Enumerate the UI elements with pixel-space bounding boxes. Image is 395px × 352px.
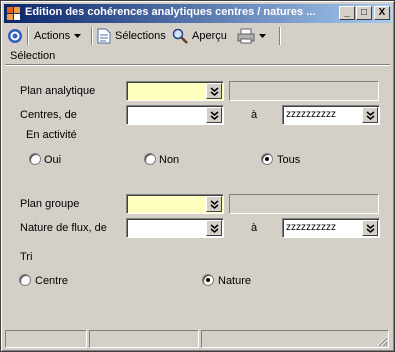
tri-label: Tri: [20, 251, 33, 263]
double-chevron-down-icon: [366, 110, 374, 120]
nature-a-label: à: [251, 222, 258, 234]
combo-dropdown-button[interactable]: [362, 220, 378, 236]
plan-analytique-label: Plan analytique: [20, 85, 96, 97]
target-icon: [8, 29, 22, 43]
combo-dropdown-button[interactable]: [206, 107, 222, 123]
plan-analytique-description: [229, 81, 379, 101]
nature-flux-label: Nature de flux, de: [20, 222, 107, 234]
radio-centre-label[interactable]: Centre: [35, 275, 68, 287]
app-icon: [7, 7, 20, 20]
resize-grip-icon[interactable]: [376, 335, 388, 347]
radio-nature-label[interactable]: Nature: [218, 275, 251, 287]
printer-icon: [237, 28, 255, 44]
apercu-label: Aperçu: [192, 30, 227, 42]
plan-analytique-combo[interactable]: [126, 81, 224, 101]
document-icon: [97, 28, 111, 44]
status-cell: [89, 330, 199, 348]
magnifier-icon: [172, 28, 188, 44]
section-divider: [5, 64, 390, 66]
centres-from-combo[interactable]: [126, 105, 224, 125]
status-cell: [5, 330, 87, 348]
centres-to-value: zzzzzzzzzz: [286, 109, 336, 120]
toolbar-separator: [279, 27, 281, 45]
plan-groupe-combo[interactable]: [126, 194, 224, 214]
print-menu-button[interactable]: [237, 27, 266, 45]
double-chevron-down-icon: [210, 223, 218, 233]
double-chevron-down-icon: [210, 110, 218, 120]
toolbar-separator: [27, 27, 29, 45]
radio-nature[interactable]: [202, 274, 214, 286]
selections-label: Sélections: [115, 30, 166, 42]
radio-non-label[interactable]: Non: [159, 154, 179, 166]
window-title: Edition des cohérences analytiques centr…: [25, 6, 316, 18]
maximize-button[interactable]: □: [356, 6, 372, 20]
radio-oui-label[interactable]: Oui: [44, 154, 61, 166]
combo-dropdown-button[interactable]: [362, 107, 378, 123]
double-chevron-down-icon: [366, 223, 374, 233]
double-chevron-down-icon: [210, 86, 218, 96]
combo-dropdown-button[interactable]: [206, 220, 222, 236]
title-bar[interactable]: Edition des cohérences analytiques centr…: [4, 4, 391, 23]
main-window: Edition des cohérences analytiques centr…: [0, 0, 395, 352]
combo-dropdown-button[interactable]: [206, 196, 222, 212]
radio-oui[interactable]: [29, 153, 41, 165]
nature-flux-to-combo[interactable]: zzzzzzzzzz: [282, 218, 380, 238]
radio-non[interactable]: [144, 153, 156, 165]
radio-tous-label[interactable]: Tous: [277, 154, 300, 166]
nature-flux-to-value: zzzzzzzzzz: [286, 222, 336, 233]
double-chevron-down-icon: [210, 199, 218, 209]
apercu-button[interactable]: Aperçu: [172, 27, 227, 45]
toolbar-separator: [91, 27, 93, 45]
centres-label: Centres, de: [20, 109, 77, 121]
combo-dropdown-button[interactable]: [206, 83, 222, 99]
actions-menu-button[interactable]: Actions: [34, 27, 82, 45]
centres-to-combo[interactable]: zzzzzzzzzz: [282, 105, 380, 125]
en-activite-label: En activité: [26, 129, 77, 141]
plan-groupe-description: [229, 194, 379, 214]
plan-groupe-label: Plan groupe: [20, 198, 80, 210]
nature-flux-from-combo[interactable]: [126, 218, 224, 238]
section-title: Sélection: [10, 50, 56, 62]
minimize-button[interactable]: _: [339, 6, 355, 20]
radio-centre[interactable]: [19, 274, 31, 286]
dropdown-arrow-icon: [259, 34, 266, 38]
close-button[interactable]: X: [374, 6, 390, 20]
actions-label: Actions: [34, 30, 71, 42]
selections-button[interactable]: Sélections: [97, 27, 166, 45]
dropdown-arrow-icon: [74, 34, 82, 38]
radio-tous[interactable]: [261, 153, 273, 165]
centres-a-label: à: [251, 109, 258, 121]
status-cell: [201, 330, 389, 348]
toolbar: Actions Sélections Aperçu: [4, 24, 391, 48]
refresh-button[interactable]: [7, 27, 23, 45]
